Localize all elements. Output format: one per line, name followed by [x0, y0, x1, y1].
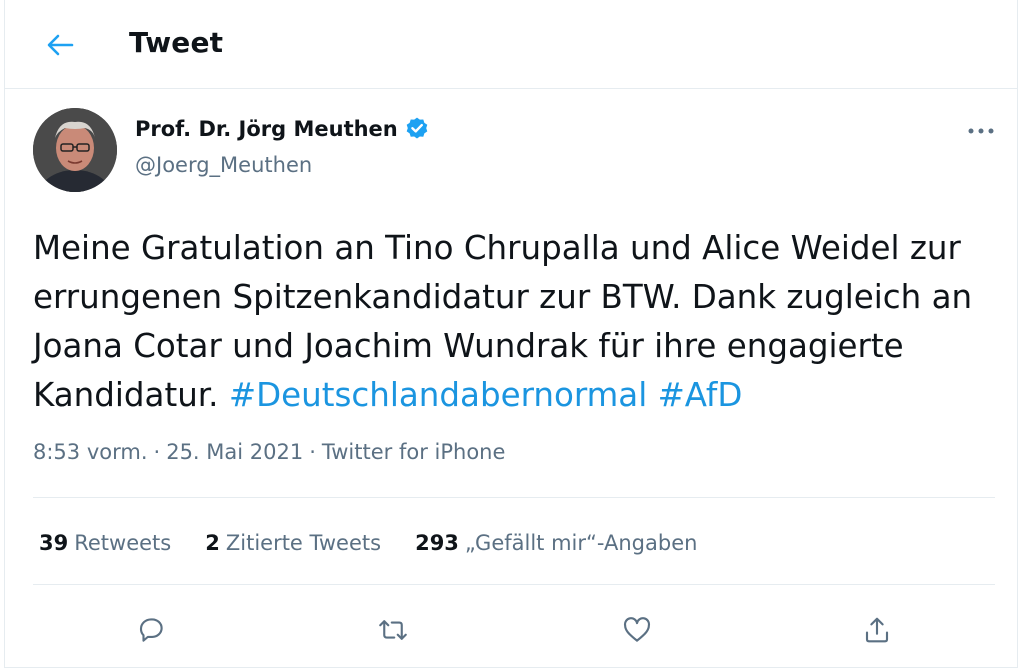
- likes-label: „Gefällt mir“-Angaben: [464, 531, 698, 555]
- reply-icon: [139, 618, 163, 642]
- retweet-icon: [379, 620, 407, 640]
- author-handle[interactable]: @Joerg_Meuthen: [135, 153, 312, 177]
- header: Tweet: [5, 0, 1017, 89]
- quotes-stat[interactable]: 2 Zitierte Tweets: [205, 531, 381, 555]
- retweets-count: 39: [39, 531, 69, 555]
- likes-stat[interactable]: 293 „Gefällt mir“-Angaben: [415, 531, 697, 555]
- meta-separator: ·: [309, 440, 316, 464]
- more-dots-icon: [968, 128, 994, 134]
- retweet-button[interactable]: [371, 608, 415, 652]
- divider: [33, 497, 995, 498]
- more-options-button[interactable]: [961, 116, 1001, 146]
- tweet-source[interactable]: Twitter for iPhone: [322, 440, 506, 464]
- author-name[interactable]: Prof. Dr. Jörg Meuthen: [135, 117, 398, 141]
- back-button[interactable]: [39, 24, 81, 66]
- tweet-date[interactable]: 25. Mai 2021: [166, 440, 303, 464]
- like-button[interactable]: [615, 608, 659, 652]
- quotes-label: Zitierte Tweets: [225, 531, 382, 555]
- arrow-left-icon: [47, 34, 74, 56]
- tweet-detail-panel: Tweet Prof. Dr. Jörg Meuthen @Joerg_Meut…: [4, 0, 1018, 668]
- share-button[interactable]: [855, 608, 899, 652]
- tweet-stats: 39 Retweets 2 Zitierte Tweets 293 „Gefällt …: [39, 531, 697, 555]
- retweets-stat[interactable]: 39 Retweets: [39, 531, 171, 555]
- verified-badge-icon: [406, 117, 428, 139]
- like-icon: [624, 617, 650, 642]
- hashtag-link[interactable]: #Deutschlandabernormal: [229, 376, 647, 414]
- retweets-label: Retweets: [74, 531, 172, 555]
- meta-separator: ·: [153, 440, 161, 464]
- quotes-count: 2: [205, 531, 220, 555]
- reply-button[interactable]: [129, 608, 173, 652]
- tweet-text: Meine Gratulation an Tino Chrupalla und …: [33, 224, 1003, 420]
- divider: [33, 584, 995, 585]
- hashtag-link[interactable]: #AfD: [658, 376, 743, 414]
- author-name-row[interactable]: Prof. Dr. Jörg Meuthen: [135, 116, 430, 142]
- tweet-meta: 8:53 vorm. · 25. Mai 2021 · Twitter for …: [33, 440, 505, 464]
- tweet-time[interactable]: 8:53 vorm.: [33, 440, 148, 464]
- share-icon: [865, 617, 889, 643]
- likes-count: 293: [415, 531, 459, 555]
- avatar-image: [33, 108, 117, 192]
- page-title: Tweet: [129, 26, 224, 59]
- avatar[interactable]: [33, 108, 117, 192]
